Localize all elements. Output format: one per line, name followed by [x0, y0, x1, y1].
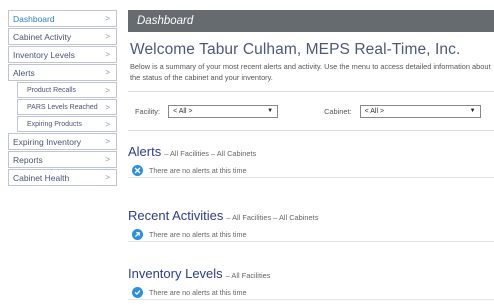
arrow-icon	[132, 228, 143, 240]
sidebar-item-inventory-levels[interactable]: Inventory Levels >	[8, 46, 117, 63]
sidebar-item-label: Expiring Inventory	[13, 136, 82, 147]
chevron-right-icon: >	[105, 102, 110, 112]
sidebar-item-label: Cabinet Health	[13, 172, 70, 183]
sidebar-item-label: Product Recalls	[27, 86, 77, 94]
section-subtitle: – All Facilities	[225, 271, 271, 280]
sidebar-item-dashboard[interactable]: Dashboard >	[8, 10, 117, 27]
chevron-right-icon: >	[105, 85, 110, 95]
section-title: Inventory Levels	[128, 266, 223, 281]
section-title: Recent Activities	[128, 208, 224, 223]
chevron-right-icon: >	[105, 137, 110, 146]
sidebar-item-label: Inventory Levels	[13, 49, 75, 60]
welcome-heading: Welcome Tabur Culham, MEPS Real-Time, In…	[130, 41, 461, 58]
chevron-right-icon: >	[105, 155, 110, 164]
sidebar-item-expiring-products[interactable]: Expiring Products >	[17, 116, 117, 132]
sidebar-item-label: Dashboard	[13, 13, 55, 24]
sidebar-item-alerts[interactable]: Alerts >	[8, 64, 117, 81]
filter-bar: Facility: < All > ▼ Cabinet: < All > ▼	[128, 92, 494, 130]
sidebar-item-label: Alerts	[13, 67, 35, 78]
summary-text: Below is a summary of your most recent a…	[130, 62, 491, 82]
chevron-right-icon: >	[105, 14, 110, 23]
chevron-right-icon: >	[105, 119, 110, 129]
sidebar-nav: Dashboard > Cabinet Activity > Inventory…	[8, 10, 117, 187]
sidebar-item-expiring-inventory[interactable]: Expiring Inventory >	[8, 133, 117, 150]
sidebar-item-pars-levels[interactable]: PARS Levels Reached >	[17, 99, 117, 115]
section-subtitle: – All Facilities – All Cabinets	[226, 213, 319, 222]
chevron-right-icon: >	[105, 50, 110, 59]
facility-select[interactable]: < All > ▼	[168, 104, 279, 118]
sidebar-item-reports[interactable]: Reports >	[8, 151, 117, 168]
sidebar-item-label: PARS Levels Reached	[27, 103, 98, 111]
alerts-message-row: There are no alerts at this time	[128, 163, 494, 178]
inventory-message: There are no alerts at this time	[149, 287, 247, 297]
dropdown-arrow-icon: ▼	[469, 108, 476, 114]
section-title: Alerts	[128, 144, 162, 159]
divider	[128, 130, 494, 131]
check-icon	[132, 286, 143, 298]
sidebar-item-label: Cabinet Activity	[13, 31, 72, 42]
cabinet-label: Cabinet:	[324, 106, 352, 116]
sidebar-item-cabinet-health[interactable]: Cabinet Health >	[8, 169, 117, 186]
section-subtitle: – All Facilities – All Cabinets	[164, 149, 257, 158]
facility-select-value: < All >	[173, 107, 193, 115]
sidebar-item-label: Expiring Products	[27, 120, 82, 128]
inventory-message-row: There are no alerts at this time	[128, 285, 494, 300]
facility-label: Facility:	[135, 106, 161, 116]
cabinet-select-value: < All >	[364, 107, 385, 115]
recent-activities-section: Recent Activities – All Facilities – All…	[128, 208, 494, 242]
activities-message: There are no alerts at this time	[149, 229, 247, 239]
cabinet-select[interactable]: < All > ▼	[359, 104, 481, 118]
inventory-levels-section: Inventory Levels – All Facilities There …	[128, 266, 494, 300]
chevron-right-icon: >	[105, 173, 110, 182]
activities-message-row: There are no alerts at this time	[128, 227, 494, 242]
page-title: Dashboard	[137, 15, 194, 27]
sidebar-item-cabinet-activity[interactable]: Cabinet Activity >	[8, 28, 117, 45]
alerts-message: There are no alerts at this time	[149, 165, 247, 175]
close-icon	[132, 164, 143, 176]
sidebar-item-product-recalls[interactable]: Product Recalls >	[17, 82, 117, 98]
page-title-bar: Dashboard	[128, 10, 494, 32]
chevron-right-icon: >	[105, 32, 110, 41]
chevron-right-icon: >	[105, 68, 110, 77]
sidebar-item-label: Reports	[13, 154, 43, 165]
main-content: Dashboard Welcome Tabur Culham, MEPS Rea…	[128, 10, 494, 300]
dropdown-arrow-icon: ▼	[267, 108, 274, 114]
alerts-section: Alerts – All Facilities – All Cabinets T…	[128, 144, 494, 178]
